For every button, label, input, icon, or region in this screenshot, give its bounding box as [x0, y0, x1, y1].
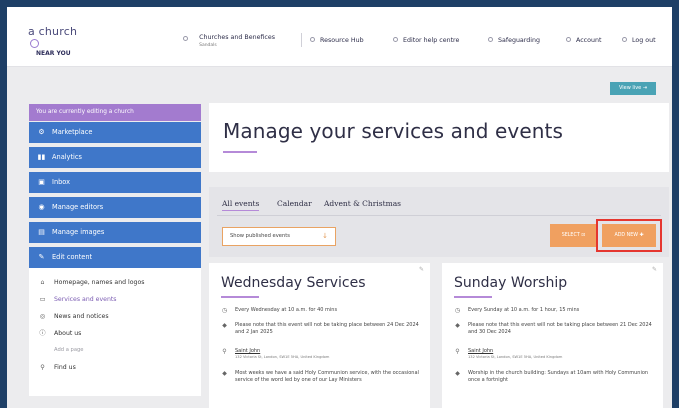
tab-advent-christmas[interactable]: Advent & Christmas: [324, 199, 401, 208]
home-icon: ⌂: [40, 279, 45, 286]
calendar-icon: ▭: [39, 296, 46, 303]
sidebar-subitem-news[interactable]: ◎ News and notices: [29, 308, 201, 325]
church-selector[interactable]: Churches and Benefices Sandals: [183, 31, 275, 50]
pencil-icon: ✎: [38, 253, 45, 261]
location-link[interactable]: Saint John: [468, 348, 493, 354]
add-new-button[interactable]: ADD NEW ✚: [602, 224, 656, 247]
sidebar: You are currently editing a church ⚙ Mark…: [29, 104, 201, 396]
sidebar-item-edit-content[interactable]: ✎ Edit content: [29, 247, 201, 268]
editors-icon: ◉: [38, 203, 45, 211]
help-icon: [393, 37, 398, 42]
images-icon: ▤: [38, 228, 45, 236]
info-diamond-icon: ◆: [455, 370, 460, 377]
nav-safeguarding[interactable]: Safeguarding: [488, 37, 540, 44]
church-sub: Sandals: [199, 43, 217, 48]
sidebar-item-manage-images[interactable]: ▤ Manage images: [29, 222, 201, 243]
event-location: ⚲ Saint John 132 Victoria St, London, SW1E…: [455, 348, 563, 359]
page-title: Manage your services and events: [223, 119, 564, 143]
nav-account[interactable]: Account: [566, 37, 601, 44]
logo-text: a church: [28, 25, 78, 38]
event-location: ⚲ Saint John 132 Victoria St, London, SW1E…: [222, 348, 330, 359]
sidebar-subitem-homepage[interactable]: ⌂ Homepage, names and logos: [29, 274, 201, 291]
sidebar-subitem-about-us[interactable]: ⓘ About us: [29, 325, 201, 342]
map-pin-icon: ⚲: [40, 364, 45, 371]
inbox-icon: ▣: [38, 178, 45, 186]
location-link[interactable]: Saint John: [235, 348, 260, 354]
event-schedule: ◷ Every Wednesday at 10 a.m. for 40 mins: [221, 307, 338, 314]
logo-swirl-icon: [30, 39, 39, 48]
resource-hub-icon: [310, 37, 315, 42]
analytics-icon: ▮▮: [37, 153, 46, 161]
top-bar: a church NEAR YOU Churches and Benefices…: [7, 7, 672, 67]
info-diamond-icon: ◆: [222, 370, 227, 377]
page-header-panel: Manage your services and events: [209, 103, 669, 172]
event-description: ◆ Worship in the church building: Sundays…: [455, 370, 649, 383]
event-note: ◆ Please note that this event will not be…: [222, 322, 419, 335]
event-card[interactable]: ✎ Wednesday Services ◷ Every Wednesday at…: [209, 263, 430, 408]
tab-all-events[interactable]: All events: [222, 199, 260, 211]
edit-icon[interactable]: ✎: [652, 266, 657, 273]
safeguarding-icon: [488, 37, 493, 42]
marketplace-icon: ⚙: [38, 128, 45, 136]
nav-editor-help[interactable]: Editor help centre: [393, 37, 459, 44]
sidebar-item-analytics[interactable]: ▮▮ Analytics: [29, 147, 201, 168]
event-description: ◆ Most weeks we have a said Holy Communio…: [222, 370, 419, 383]
sidebar-item-manage-editors[interactable]: ◉ Manage editors: [29, 197, 201, 218]
event-schedule: ◷ Every Sunday at 10 a.m. for 1 hour, 15 …: [454, 307, 580, 314]
sidebar-subitem-find-us[interactable]: ⚲ Find us: [29, 359, 201, 376]
title-underline: [221, 296, 259, 298]
app-window: a church NEAR YOU Churches and Benefices…: [7, 7, 672, 408]
edit-content-submenu: ⌂ Homepage, names and logos ▭ Services and…: [29, 268, 201, 396]
logo-tagline: NEAR YOU: [36, 50, 71, 57]
sidebar-subitem-services-events[interactable]: ▭ Services and events: [29, 291, 201, 308]
tab-calendar[interactable]: Calendar: [277, 199, 312, 208]
logout-icon: [622, 37, 627, 42]
event-title: Sunday Worship: [454, 275, 568, 291]
church-name: Churches and Benefices: [199, 34, 276, 41]
account-icon: [566, 37, 571, 42]
sidebar-item-inbox[interactable]: ▣ Inbox: [29, 172, 201, 193]
events-toolbar: All events Calendar Advent & Christmas S…: [209, 187, 669, 257]
nav-logout[interactable]: Log out: [622, 37, 656, 44]
divider: [301, 33, 302, 47]
arrow-down-icon: ↓: [322, 232, 328, 240]
plus-icon: ✚: [639, 233, 644, 238]
map-pin-icon: ⚲: [455, 348, 460, 355]
edit-icon[interactable]: ✎: [419, 266, 424, 273]
sidebar-item-marketplace[interactable]: ⚙ Marketplace: [29, 122, 201, 143]
map-pin-icon: ⚲: [222, 348, 227, 355]
title-underline: [454, 296, 492, 298]
clock-icon: ◷: [221, 307, 228, 314]
site-logo[interactable]: a church NEAR YOU: [28, 25, 88, 58]
news-icon: ◎: [39, 313, 46, 320]
nav-resource-hub[interactable]: Resource Hub: [310, 37, 364, 44]
event-card[interactable]: ✎ Sunday Worship ◷ Every Sunday at 10 a.m…: [442, 263, 663, 408]
title-underline: [223, 151, 257, 153]
select-button[interactable]: SELECT ⊡: [550, 224, 597, 247]
tab-divider: [217, 215, 661, 216]
editing-banner: You are currently editing a church: [29, 104, 201, 121]
alert-icon: ◆: [222, 322, 227, 329]
clock-icon: ◷: [454, 307, 461, 314]
alert-icon: ◆: [455, 322, 460, 329]
info-icon: ⓘ: [39, 330, 46, 337]
event-title: Wednesday Services: [221, 275, 366, 291]
view-live-button[interactable]: View live ⇥: [610, 82, 656, 95]
checkbox-icon: ⊡: [581, 233, 586, 238]
published-filter-dropdown[interactable]: Show published events ↓: [222, 227, 336, 246]
sidebar-subitem-add-page[interactable]: Add a page: [29, 342, 201, 359]
church-icon: [183, 36, 188, 41]
event-note: ◆ Please note that this event will not be…: [455, 322, 652, 335]
